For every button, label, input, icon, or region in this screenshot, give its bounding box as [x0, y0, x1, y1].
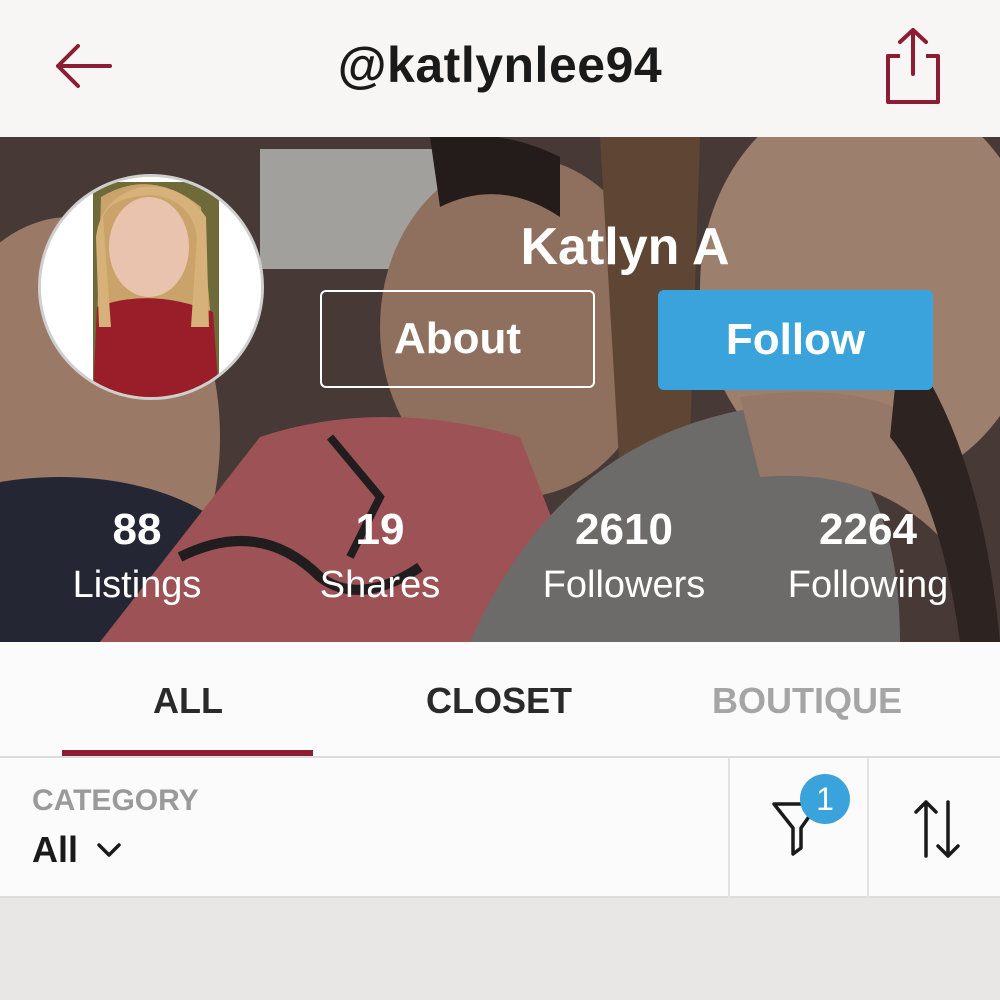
share-button[interactable]: [878, 24, 948, 108]
filter-count-badge: 1: [800, 774, 850, 824]
stat-value: 2264: [819, 505, 917, 554]
sort-button[interactable]: [870, 758, 1000, 896]
stat-following[interactable]: 2264 Following: [758, 504, 978, 614]
about-button[interactable]: About: [320, 290, 595, 388]
divider: [867, 758, 869, 898]
stat-value: 2610: [575, 505, 673, 554]
stat-listings[interactable]: 88 Listings: [27, 504, 247, 614]
sort-icon: [914, 800, 960, 858]
stat-label: Followers: [542, 564, 706, 606]
stat-label: Following: [787, 564, 949, 606]
profile-cover: Katlyn A About Follow 88 Listings 19 Sha…: [0, 137, 1000, 642]
chevron-down-icon: [97, 843, 121, 857]
category-label: CATEGORY: [32, 784, 199, 817]
category-value: All: [32, 829, 79, 870]
tab-selected-indicator: [62, 750, 313, 756]
tab-closet[interactable]: CLOSET: [426, 680, 572, 722]
stat-shares[interactable]: 19 Shares: [270, 504, 490, 614]
tab-boutique[interactable]: BOUTIQUE: [712, 680, 902, 722]
tab-all[interactable]: ALL: [153, 680, 223, 722]
share-icon: [886, 28, 940, 104]
follow-button[interactable]: Follow: [658, 290, 933, 390]
stat-followers[interactable]: 2610 Followers: [514, 504, 734, 614]
stat-label: Shares: [319, 564, 441, 606]
filter-button[interactable]: 1: [730, 758, 867, 896]
display-name: Katlyn A: [520, 218, 730, 276]
avatar[interactable]: [38, 174, 264, 400]
stat-value: 88: [112, 505, 162, 554]
avatar-photo: [41, 177, 261, 397]
stat-label: Listings: [72, 564, 202, 606]
closet-tabs: ALL CLOSET BOUTIQUE: [0, 642, 1000, 758]
filter-funnel-icon: [772, 802, 820, 856]
profile-username: @katlynlee94: [337, 37, 663, 93]
stat-value: 19: [355, 505, 405, 554]
content-area: [0, 898, 1000, 1000]
filter-bar: CATEGORY All 1: [0, 758, 1000, 898]
top-bar: @katlynlee94: [0, 0, 1000, 137]
category-dropdown[interactable]: All: [32, 828, 124, 872]
